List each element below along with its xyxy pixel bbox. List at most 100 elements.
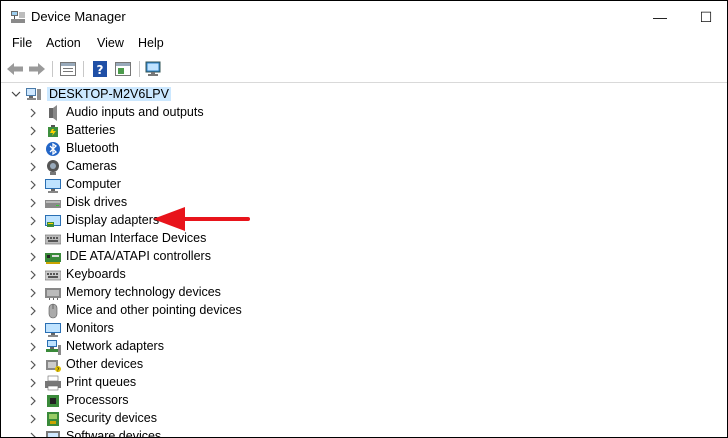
tree-item-label: Processors [66,393,129,407]
tree-item-keyboard[interactable]: Keyboards [1,266,401,284]
menu-file[interactable]: File [12,36,32,50]
printer-icon [45,375,61,391]
display-adapter-icon [45,215,61,227]
tree-item-software-device[interactable]: Software devices [1,428,401,438]
device-manager-window: Device Manager — ☐ ✕ File Action View He… [0,0,728,438]
chevron-right-icon[interactable] [29,414,37,424]
svg-text:?: ? [97,63,104,77]
menu-bar: File Action View Help [1,33,727,54]
chevron-right-icon[interactable] [29,342,37,352]
forward-button[interactable] [27,59,47,79]
tree-item-label: Display adapters [66,213,160,227]
device-manager-app-icon [11,11,25,23]
camera-icon [47,160,59,175]
chevron-right-icon[interactable] [29,324,37,334]
tree-item-label: Monitors [66,321,114,335]
help-button[interactable]: ? [90,59,110,79]
tree-item-camera[interactable]: Cameras [1,158,401,176]
scan-hardware-icon [145,61,161,76]
processor-icon [47,395,59,407]
chevron-right-icon[interactable] [29,432,37,438]
tree-item-label: Batteries [66,123,116,137]
chevron-right-icon[interactable] [29,378,37,388]
software-device-icon [46,431,60,437]
tree-item-label: Network adapters [66,339,164,353]
chevron-right-icon[interactable] [29,360,37,370]
computer-root-icon [26,88,41,100]
show-hide-console-tree-button[interactable] [58,59,78,79]
annotation-arrow [153,207,250,231]
network-adapter-icon [46,340,61,355]
toolbar-separator [83,61,84,77]
tree-item-label: Security devices [66,411,158,425]
tree-item-security-device[interactable]: Security devices [1,410,401,428]
chevron-right-icon[interactable] [29,252,37,262]
hid-icon [45,234,61,245]
disk-drive-icon [45,200,61,208]
tree-item-mouse[interactable]: Mice and other pointing devices [1,302,401,320]
battery-icon [48,125,58,137]
memory-icon [45,288,61,300]
chevron-right-icon[interactable] [29,180,37,190]
tree-item-label: Other devices [66,357,144,371]
tree-item-label: Mice and other pointing devices [66,303,242,317]
toolbar-separator [139,61,140,77]
menu-help[interactable]: Help [138,36,164,50]
forward-arrow-icon [29,63,45,75]
mouse-icon [48,303,58,319]
chevron-right-icon[interactable] [29,288,37,298]
tree-item-label: Audio inputs and outputs [66,105,204,119]
chevron-right-icon[interactable] [29,234,37,244]
tree-item-network-adapter[interactable]: Network adapters [1,338,401,356]
chevron-right-icon[interactable] [29,108,37,118]
maximize-button[interactable]: ☐ [683,1,727,33]
tree-root[interactable]: DESKTOP-M2V6LPV [1,86,301,104]
svg-text:?: ? [57,368,60,374]
security-device-icon [47,412,59,426]
tree-item-bluetooth[interactable]: Bluetooth [1,140,401,158]
toolbar-separator [52,61,53,77]
tree-item-label: Print queues [66,375,137,389]
chevron-right-icon[interactable] [29,306,37,316]
scan-hardware-button[interactable] [144,59,164,79]
chevron-right-icon[interactable] [29,198,37,208]
device-tree: DESKTOP-M2V6LPV Audio inputs and outputs… [1,83,727,437]
tree-item-speaker[interactable]: Audio inputs and outputs [1,104,401,122]
toolbar: ? [1,56,727,83]
computer-name-label: DESKTOP-M2V6LPV [47,87,171,101]
chevron-right-icon[interactable] [29,126,37,136]
tree-item-label: Computer [66,177,121,191]
tree-item-memory[interactable]: Memory technology devices [1,284,401,302]
back-button[interactable] [5,59,25,79]
other-devices-icon: ? [46,360,61,374]
tree-item-label: Cameras [66,159,117,173]
chevron-right-icon[interactable] [29,144,37,154]
tree-item-label: Disk drives [66,195,128,209]
speaker-icon [49,105,57,121]
computer-icon [45,179,61,193]
tree-item-printer[interactable]: Print queues [1,374,401,392]
minimize-button[interactable]: — [637,1,683,33]
monitor-icon [45,323,61,337]
chevron-right-icon[interactable] [29,162,37,172]
tree-item-computer[interactable]: Computer [1,176,401,194]
update-driver-icon [115,62,131,76]
chevron-right-icon[interactable] [29,216,37,226]
update-driver-button[interactable] [113,59,133,79]
tree-item-battery[interactable]: Batteries [1,122,401,140]
tree-item-ide-controller[interactable]: IDE ATA/ATAPI controllers [1,248,401,266]
tree-item-other-devices[interactable]: ? Other devices [1,356,401,374]
tree-item-processor[interactable]: Processors [1,392,401,410]
window-title: Device Manager [31,9,126,24]
menu-view[interactable]: View [97,36,124,50]
chevron-down-icon[interactable] [11,89,21,99]
tree-item-monitor[interactable]: Monitors [1,320,401,338]
menu-action[interactable]: Action [46,36,81,50]
ide-controller-icon [45,253,61,264]
tree-item-label: IDE ATA/ATAPI controllers [66,249,211,263]
back-arrow-icon [7,63,23,75]
keyboard-icon [45,270,61,281]
chevron-right-icon[interactable] [29,270,37,280]
chevron-right-icon[interactable] [29,396,37,406]
tree-item-label: Memory technology devices [66,285,221,299]
